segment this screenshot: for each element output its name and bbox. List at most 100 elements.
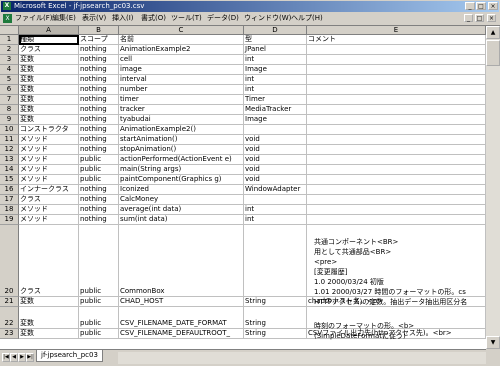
size-grip[interactable]	[486, 349, 500, 365]
cell-a21[interactable]: 変数	[19, 297, 79, 307]
select-all-corner[interactable]	[0, 26, 19, 35]
column-header-b[interactable]: B	[79, 26, 119, 35]
cell-b11[interactable]: nothing	[79, 135, 119, 145]
cell-d14[interactable]: void	[244, 165, 307, 175]
row-header[interactable]: 20	[0, 225, 19, 297]
cell-e5[interactable]	[307, 75, 486, 85]
cell-d5[interactable]: int	[244, 75, 307, 85]
menu-window[interactable]: ウィンドウ(W)	[244, 14, 291, 23]
row-header[interactable]: 9	[0, 115, 19, 125]
scroll-down-button[interactable]: ▼	[486, 336, 500, 349]
cell-a9[interactable]: 変数	[19, 115, 79, 125]
title-bar[interactable]: X Microsoft Excel - jf-jpsearch_pc03.csv…	[1, 1, 499, 12]
cell-b21[interactable]: public	[79, 297, 119, 307]
cell-b4[interactable]: nothing	[79, 65, 119, 75]
cell-b10[interactable]: nothing	[79, 125, 119, 135]
cell-c12[interactable]: stopAnimation()	[119, 145, 244, 155]
workbook-icon[interactable]: X	[3, 14, 12, 23]
cell-b18[interactable]: nothing	[79, 205, 119, 215]
cell-b20[interactable]: public	[79, 225, 119, 297]
cell-c7[interactable]: timer	[119, 95, 244, 105]
cell-e3[interactable]	[307, 55, 486, 65]
cell-c21[interactable]: CHAD_HOST	[119, 297, 244, 307]
cell-d12[interactable]: void	[244, 145, 307, 155]
cell-d2[interactable]: JPanel	[244, 45, 307, 55]
next-sheet-button[interactable]: ▶	[18, 353, 26, 362]
cell-d11[interactable]: void	[244, 135, 307, 145]
cell-d16[interactable]: WindowAdapter	[244, 185, 307, 195]
horizontal-scrollbar[interactable]	[118, 352, 486, 364]
row-header[interactable]: 19	[0, 215, 19, 225]
cell-e16[interactable]	[307, 185, 486, 195]
cell-d8[interactable]: MediaTracker	[244, 105, 307, 115]
row-header[interactable]: 2	[0, 45, 19, 55]
cell-c22[interactable]: CSV_FILENAME_DATE_FORMAT	[119, 307, 244, 329]
cell-c15[interactable]: paintComponent(Graphics g)	[119, 175, 244, 185]
cell-b23[interactable]: public	[79, 329, 119, 339]
cell-a23[interactable]: 変数	[19, 329, 79, 339]
cell-c13[interactable]: actionPerformed(ActionEvent e)	[119, 155, 244, 165]
excel-app-icon[interactable]: X	[3, 2, 11, 10]
cell-c5[interactable]: interval	[119, 75, 244, 85]
cell-c11[interactable]: startAnimation()	[119, 135, 244, 145]
row-header[interactable]: 17	[0, 195, 19, 205]
cell-a10[interactable]: コンストラクタ	[19, 125, 79, 135]
cell-e19[interactable]	[307, 215, 486, 225]
cell-c14[interactable]: main(String args)	[119, 165, 244, 175]
vertical-scroll-thumb[interactable]	[486, 40, 500, 66]
maximize-button[interactable]: □	[476, 2, 486, 10]
cell-b6[interactable]: nothing	[79, 85, 119, 95]
cell-d7[interactable]: Timer	[244, 95, 307, 105]
cell-a13[interactable]: メソッド	[19, 155, 79, 165]
row-header[interactable]: 3	[0, 55, 19, 65]
row-header[interactable]: 7	[0, 95, 19, 105]
cell-e14[interactable]	[307, 165, 486, 175]
cell-a2[interactable]: クラス	[19, 45, 79, 55]
row-header[interactable]: 8	[0, 105, 19, 115]
minimize-button[interactable]: _	[465, 2, 475, 10]
menu-tools[interactable]: ツール(T)	[171, 14, 202, 23]
row-header[interactable]: 22	[0, 307, 19, 329]
menu-file[interactable]: ファイル(F)	[15, 14, 53, 23]
cell-e8[interactable]	[307, 105, 486, 115]
cell-d23[interactable]: String	[244, 329, 307, 339]
cell-e11[interactable]	[307, 135, 486, 145]
row-header[interactable]: 15	[0, 175, 19, 185]
column-header-d[interactable]: D	[244, 26, 307, 35]
cell-b2[interactable]: nothing	[79, 45, 119, 55]
cell-e17[interactable]	[307, 195, 486, 205]
sheet-tab[interactable]: jf-jpsearch_pc03	[36, 350, 103, 362]
cell-e2[interactable]	[307, 45, 486, 55]
workbook-minimize-button[interactable]: _	[464, 14, 473, 22]
cell-c6[interactable]: number	[119, 85, 244, 95]
cell-a16[interactable]: インナークラス	[19, 185, 79, 195]
workbook-close-button[interactable]: ×	[487, 14, 496, 22]
first-sheet-button[interactable]: |◀	[2, 353, 10, 362]
cell-a5[interactable]: 変数	[19, 75, 79, 85]
scroll-up-button[interactable]: ▲	[486, 26, 500, 39]
cell-c10[interactable]: AnimationExample2()	[119, 125, 244, 135]
cell-b5[interactable]: nothing	[79, 75, 119, 85]
cell-d13[interactable]: void	[244, 155, 307, 165]
column-header-e[interactable]: E	[307, 26, 486, 35]
menu-data[interactable]: データ(D)	[207, 14, 239, 23]
cell-b1[interactable]: スコープ	[79, 35, 119, 45]
row-header[interactable]: 1	[0, 35, 19, 45]
spreadsheet-grid[interactable]: A B C D E 共通コンポーネント<BR> 用として共通部品<BR> <pr…	[0, 26, 486, 349]
cell-d22[interactable]: String	[244, 307, 307, 329]
cell-c8[interactable]: tracker	[119, 105, 244, 115]
row-header[interactable]: 12	[0, 145, 19, 155]
cell-a7[interactable]: 変数	[19, 95, 79, 105]
cell-e12[interactable]	[307, 145, 486, 155]
cell-d9[interactable]: Image	[244, 115, 307, 125]
cell-e7[interactable]	[307, 95, 486, 105]
cell-c20[interactable]: CommonBox	[119, 225, 244, 297]
cell-a18[interactable]: メソッド	[19, 205, 79, 215]
cell-c19[interactable]: sum(int data)	[119, 215, 244, 225]
cell-e9[interactable]	[307, 115, 486, 125]
cell-c23[interactable]: CSV_FILENAME_DEFAULTROOT_	[119, 329, 244, 339]
cell-b22[interactable]: public	[79, 307, 119, 329]
menu-help[interactable]: ヘルプ(H)	[291, 14, 323, 23]
cell-a4[interactable]: 変数	[19, 65, 79, 75]
last-sheet-button[interactable]: ▶|	[26, 353, 34, 362]
